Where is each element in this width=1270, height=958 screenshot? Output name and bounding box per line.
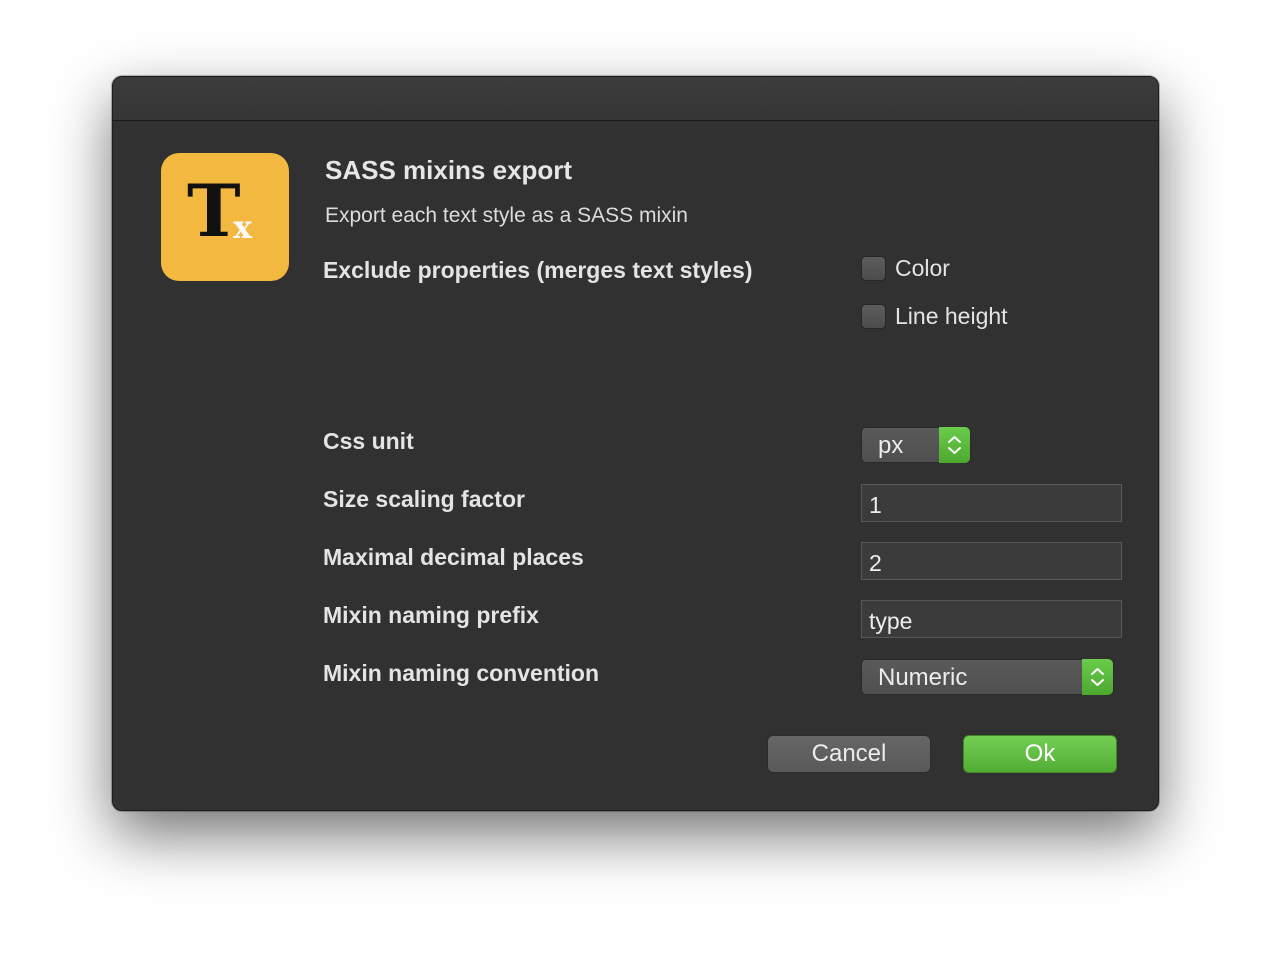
dialog-title: SASS mixins export	[325, 155, 573, 185]
color-checkbox[interactable]: Color	[861, 255, 950, 282]
line-height-checkbox-label: Line height	[895, 303, 1008, 329]
color-checkbox-box[interactable]	[861, 256, 886, 281]
dialog-subtitle: Export each text style as a SASS mixin	[325, 204, 688, 227]
line-height-checkbox[interactable]: Line height	[861, 303, 1008, 330]
cancel-button[interactable]: Cancel	[767, 735, 931, 773]
naming-prefix-input[interactable]: type	[861, 600, 1122, 638]
naming-prefix-value: type	[869, 608, 913, 634]
decimal-places-value: 2	[869, 550, 882, 576]
size-scaling-input[interactable]: 1	[861, 484, 1122, 522]
size-scaling-label: Size scaling factor	[323, 486, 525, 512]
css-unit-label: Css unit	[323, 428, 414, 454]
naming-convention-chevron-updown-icon[interactable]	[1082, 659, 1113, 695]
naming-convention-value: Numeric	[878, 664, 968, 691]
line-height-checkbox-box[interactable]	[861, 304, 886, 329]
naming-prefix-label: Mixin naming prefix	[323, 602, 539, 628]
decimal-places-label: Maximal decimal places	[323, 544, 584, 570]
text-style-app-icon: T x	[161, 153, 289, 281]
css-unit-chevron-updown-icon[interactable]	[939, 427, 970, 463]
export-dialog: T x SASS mixins export Export each text …	[112, 76, 1159, 811]
css-unit-select[interactable]: px	[861, 427, 971, 463]
naming-convention-label: Mixin naming convention	[323, 660, 600, 686]
size-scaling-value: 1	[869, 492, 882, 518]
ok-button[interactable]: Ok	[963, 735, 1117, 773]
naming-convention-select[interactable]: Numeric	[861, 659, 1114, 695]
exclude-properties-label: Exclude properties (merges text styles)	[323, 257, 753, 283]
css-unit-value: px	[878, 432, 904, 459]
decimal-places-input[interactable]: 2	[861, 542, 1122, 580]
title-bar[interactable]	[113, 77, 1158, 121]
app-icon-subglyph: x	[233, 208, 253, 246]
color-checkbox-label: Color	[895, 255, 950, 281]
